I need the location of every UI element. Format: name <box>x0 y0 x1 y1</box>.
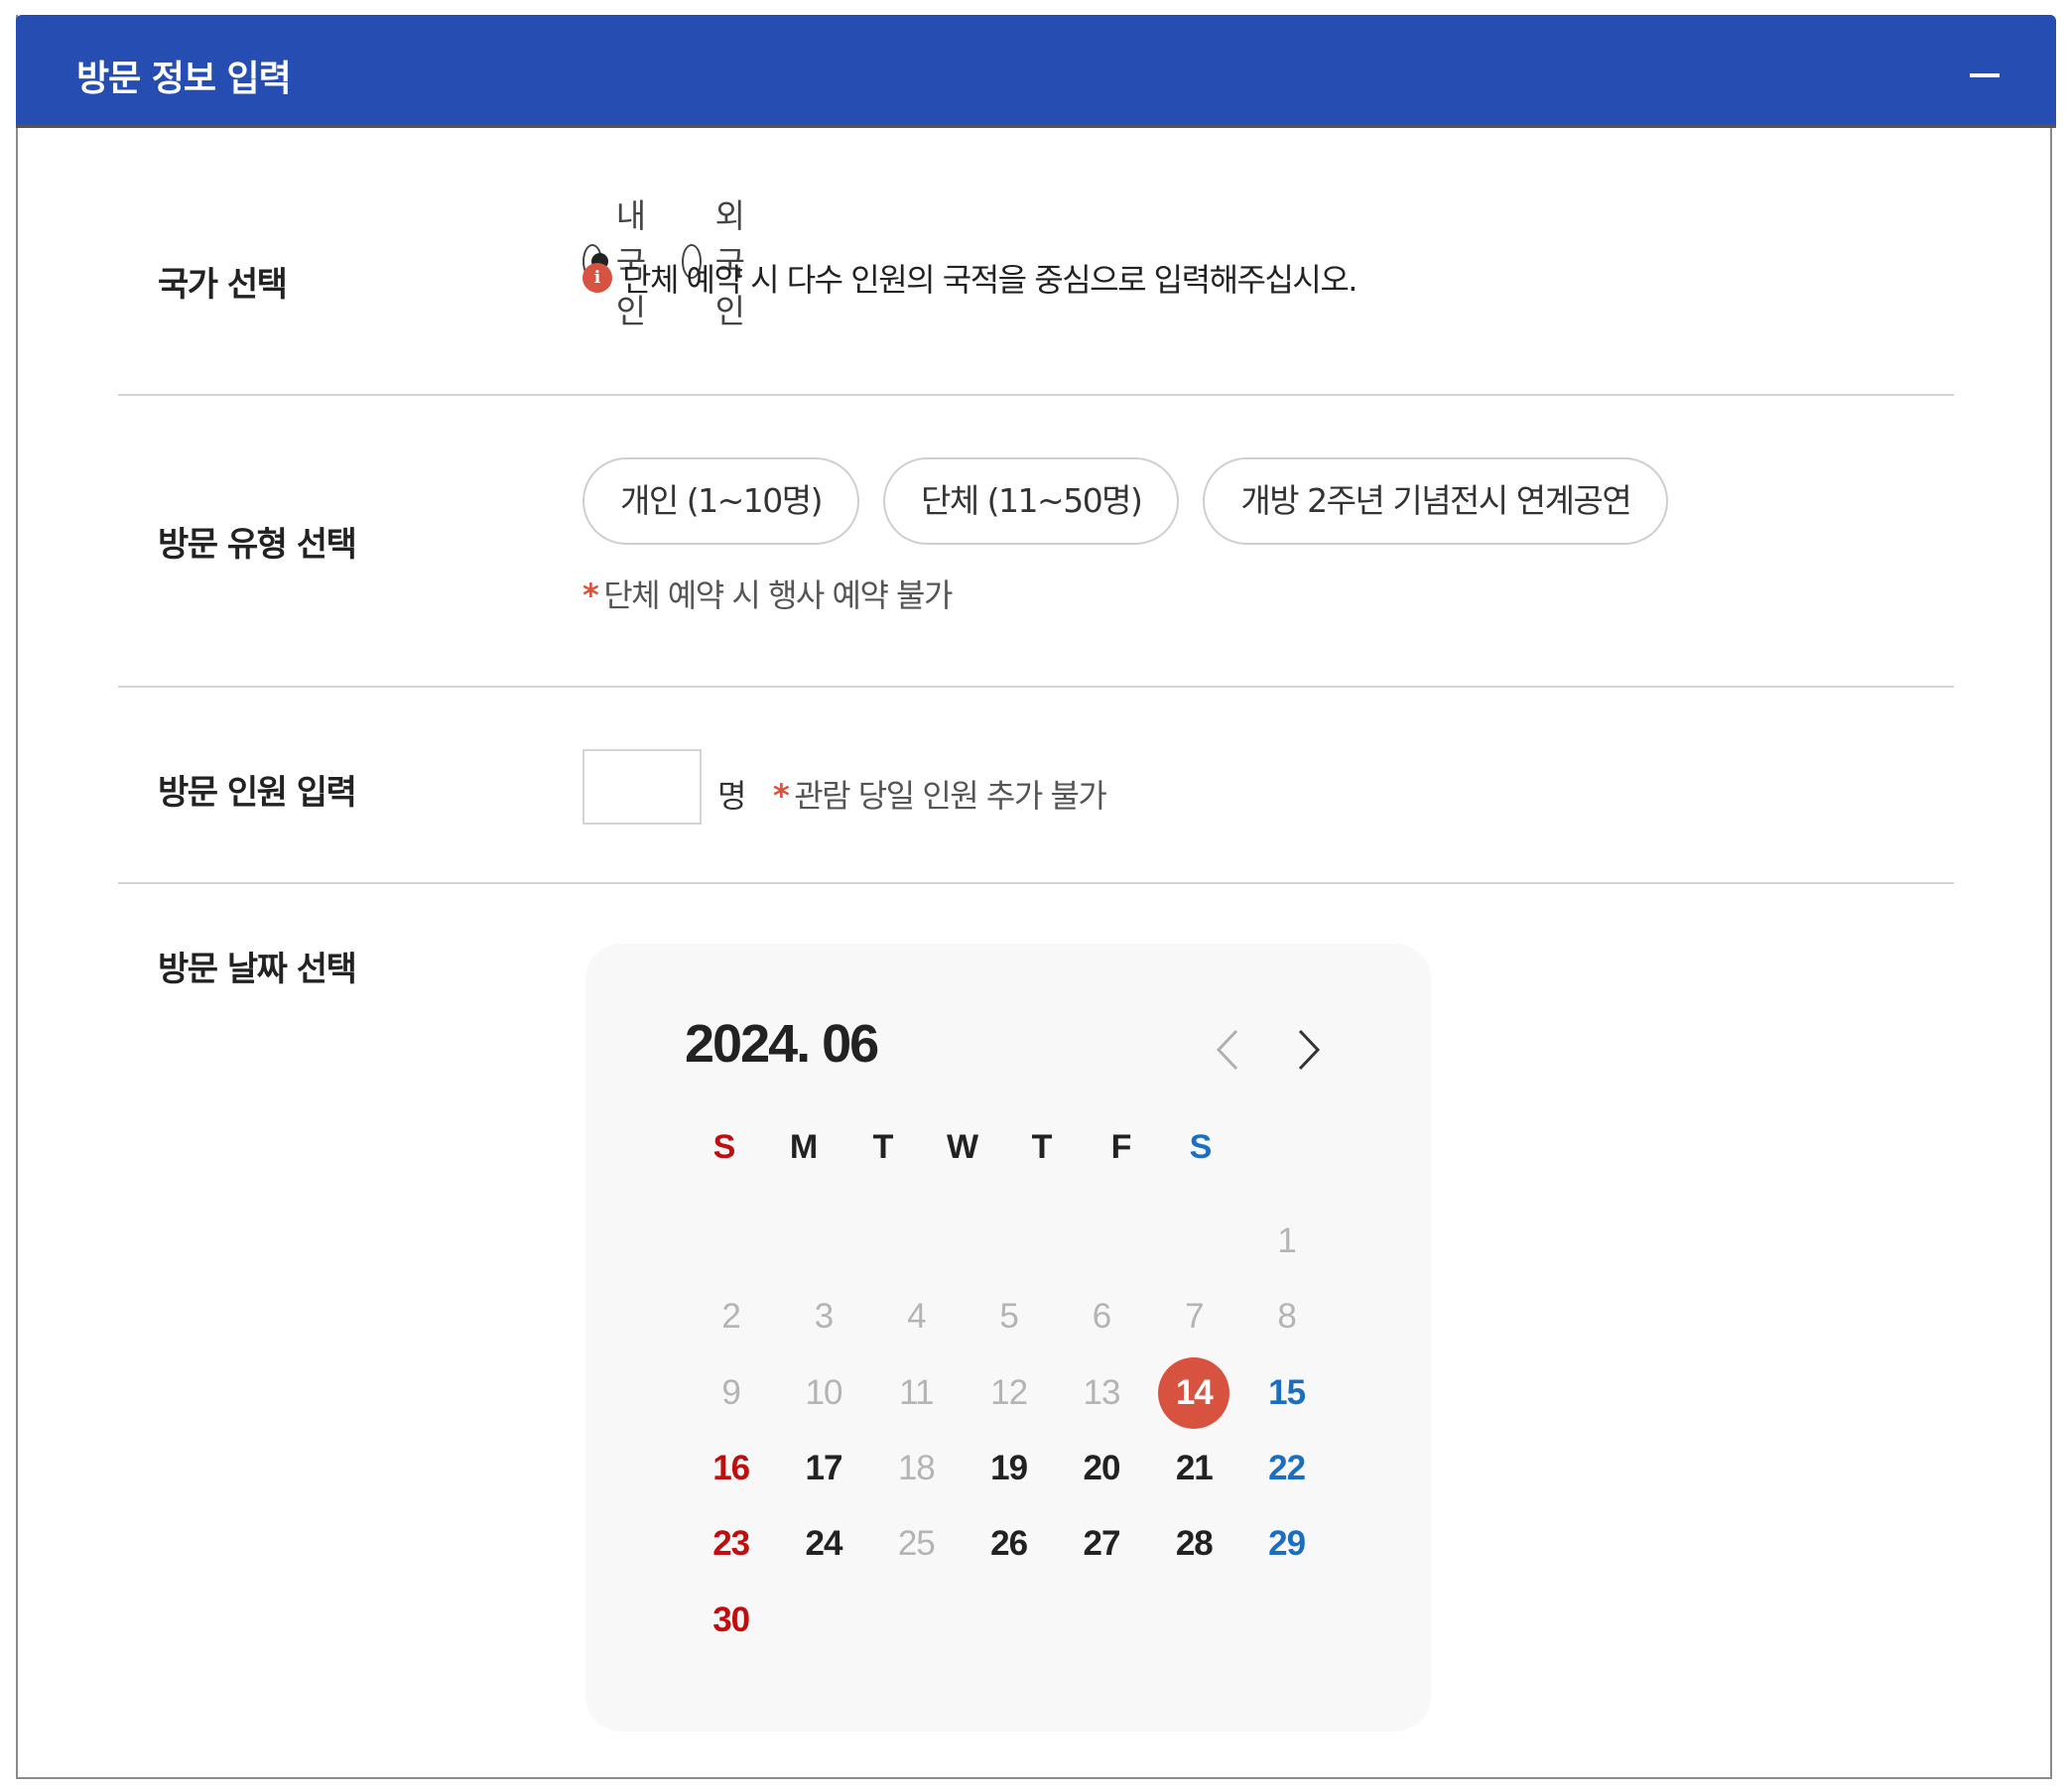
calendar-empty-cell <box>685 1204 777 1279</box>
calendar-day[interactable]: 16 <box>685 1431 777 1506</box>
calendar-empty-cell <box>870 1204 963 1279</box>
calendar-day: 2 <box>721 1297 740 1337</box>
calendar-day: 13 <box>1083 1372 1121 1412</box>
calendar-day[interactable]: 27 <box>1055 1506 1147 1582</box>
visitor-count-note-text: 관람 당일 인원 추가 불가 <box>794 777 1107 815</box>
collapse-button[interactable] <box>1967 55 2006 94</box>
visit-date-label: 방문 날짜 선택 <box>158 950 357 989</box>
calendar-day[interactable]: 19 <box>963 1431 1055 1506</box>
calendar-day: 5 <box>999 1297 1018 1337</box>
visitor-count-row: 방문 인원 입력 명 * 관람 당일 인원 추가 불가 <box>118 688 1954 884</box>
visit-type-note: * 단체 예약 시 행사 예약 불가 <box>582 571 953 616</box>
calendar-day[interactable]: 28 <box>1148 1506 1240 1582</box>
asterisk-icon: * <box>582 576 599 614</box>
calendar-day[interactable]: 15 <box>1240 1355 1333 1431</box>
calendar-day[interactable]: 23 <box>685 1506 777 1582</box>
calendar-day[interactable]: 20 <box>1055 1431 1147 1506</box>
weekday-sun: S <box>712 1128 736 1166</box>
nationality-row: 국가 선택 내국인 외국인 i 단체 예약 시 다수 인원의 국적을 중심으로 … <box>118 128 1954 396</box>
weekday-fri: F <box>1110 1128 1132 1166</box>
nationality-label: 국가 선택 <box>158 265 288 305</box>
calendar-next-month-button[interactable] <box>1288 1025 1328 1075</box>
calendar-empty-cell <box>963 1204 1055 1279</box>
calendar-empty-cell <box>777 1204 869 1279</box>
chevron-right-icon <box>1298 1029 1321 1071</box>
calendar-day[interactable]: 29 <box>1240 1506 1333 1582</box>
calendar-day[interactable]: 26 <box>963 1506 1055 1582</box>
calendar-empty-cell <box>1148 1204 1240 1279</box>
nationality-notice-text: 단체 예약 시 다수 인원의 국적을 중심으로 입력해주십시오. <box>622 261 1357 299</box>
visit-type-label: 방문 유형 선택 <box>158 525 357 565</box>
calendar-day: 9 <box>721 1372 740 1412</box>
calendar-prev-month-button[interactable] <box>1209 1025 1248 1075</box>
chevron-left-icon <box>1216 1029 1238 1071</box>
weekday-tue: T <box>872 1128 894 1166</box>
visit-type-group-button[interactable]: 단체 (11~50명) <box>882 457 1180 545</box>
calendar-days-grid: 1 2 3 4 5 6 7 8 9 10 11 12 13 14 15 16 17 18 19 20 21 22 23 24 2… <box>685 1204 1306 1658</box>
calendar-day: 25 <box>897 1524 936 1564</box>
calendar-day[interactable]: 22 <box>1240 1431 1333 1506</box>
calendar-day[interactable]: 21 <box>1148 1431 1240 1506</box>
calendar-day: 18 <box>897 1449 936 1488</box>
panel-header: 방문 정보 입력 <box>16 15 2056 128</box>
calendar-day: 8 <box>1277 1297 1296 1337</box>
visit-type-note-text: 단체 예약 시 행사 예약 불가 <box>603 576 953 614</box>
calendar-day[interactable]: 24 <box>777 1506 869 1582</box>
visitor-count-input[interactable] <box>582 749 702 825</box>
panel-title: 방문 정보 입력 <box>76 59 292 99</box>
weekday-sat: S <box>1189 1128 1213 1166</box>
nationality-notice: i 단체 예약 시 다수 인원의 국적을 중심으로 입력해주십시오. <box>582 255 1357 301</box>
weekday-mon: M <box>789 1128 819 1166</box>
calendar-day: 12 <box>990 1372 1028 1412</box>
weekday-wed: W <box>946 1128 979 1166</box>
calendar-day: 3 <box>814 1297 834 1337</box>
calendar-weekdays: S M T W T F S <box>685 1128 1240 1167</box>
calendar-day-selected[interactable]: 14 <box>1148 1355 1240 1431</box>
visitor-count-note: * 관람 당일 인원 추가 불가 <box>773 771 1107 817</box>
visit-type-event-button[interactable]: 개방 2주년 기념전시 연계공연 <box>1203 457 1669 545</box>
calendar-month-title: 2024. 06 <box>685 1014 879 1074</box>
weekday-thu: T <box>1031 1128 1053 1166</box>
visit-type-individual-button[interactable]: 개인 (1~10명) <box>582 457 859 545</box>
calendar: 2024. 06 S M T W T F S 1 2 3 4 5 6 7 8 9 10 11 12 13… <box>585 944 1431 1731</box>
visit-type-options: 개인 (1~10명) 단체 (11~50명) 개방 2주년 기념전시 연계공연 <box>582 457 1692 545</box>
calendar-day[interactable]: 30 <box>685 1582 777 1657</box>
calendar-day: 11 <box>899 1372 934 1412</box>
calendar-day: 7 <box>1185 1297 1204 1337</box>
calendar-day: 4 <box>907 1297 926 1337</box>
visit-type-row: 방문 유형 선택 개인 (1~10명) 단체 (11~50명) 개방 2주년 기… <box>118 396 1954 688</box>
visitor-count-unit: 명 <box>717 777 747 815</box>
calendar-day: 10 <box>805 1372 843 1412</box>
calendar-empty-cell <box>1055 1204 1147 1279</box>
info-icon: i <box>582 263 612 293</box>
calendar-day: 1 <box>1277 1221 1296 1261</box>
visitor-count-label: 방문 인원 입력 <box>158 773 357 813</box>
asterisk-icon: * <box>773 777 790 815</box>
visit-info-panel: 방문 정보 입력 국가 선택 내국인 외국인 i 단체 예약 시 다수 인원의 … <box>16 15 2056 1779</box>
calendar-day: 6 <box>1092 1297 1111 1337</box>
calendar-day[interactable]: 17 <box>777 1431 869 1506</box>
